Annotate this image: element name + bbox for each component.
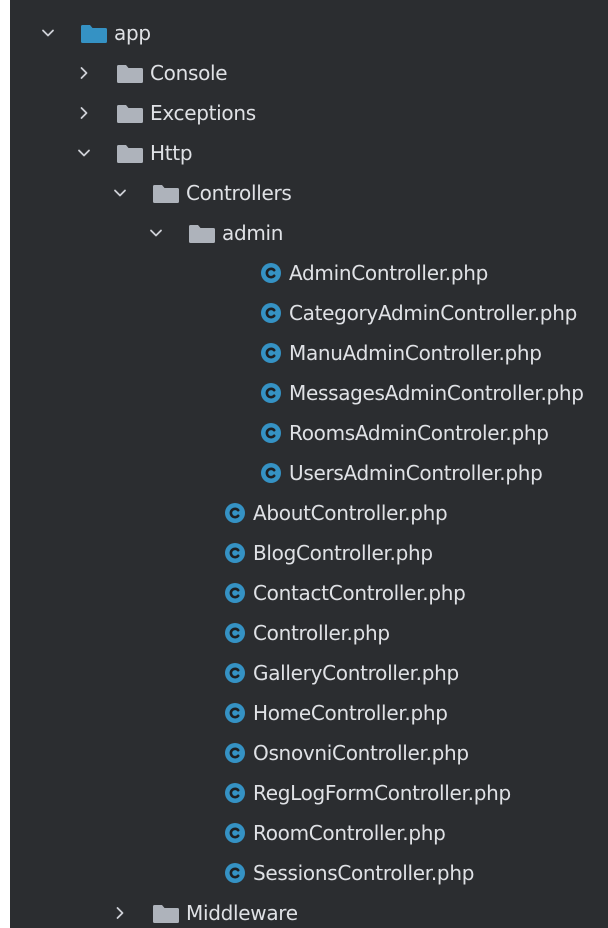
php-class-icon [225,543,245,563]
php-class-icon [261,423,281,443]
php-class-icon [225,503,245,523]
tree-node-middleware[interactable]: Middleware [10,893,608,928]
tree-node-label: RoomController.php [253,821,446,845]
tree-node-label: SessionsController.php [253,861,475,885]
tree-node-label: RegLogFormController.php [253,781,511,805]
tree-node-label: Controllers [186,181,292,205]
tree-node-label: AdminController.php [289,261,489,285]
tree-node-file[interactable]: RoomsAdminControler.php [10,413,608,453]
folder-icon [117,65,143,83]
php-class-icon [261,463,281,483]
tree-node-file[interactable]: HomeController.php [10,693,608,733]
php-class-icon [225,583,245,603]
php-class-icon [225,743,245,763]
tree-node-label: Controller.php [253,621,390,645]
php-class-icon [225,783,245,803]
tree-node-label: CategoryAdminController.php [289,301,577,325]
tree-node-label: MessagesAdminController.php [289,381,584,405]
project-tree: app Console Exceptions Http Controllers [10,13,608,928]
tree-node-label: BlogController.php [253,541,433,565]
tree-node-label: HomeController.php [253,701,448,725]
folder-icon [189,225,215,243]
tree-node-file[interactable]: AdminController.php [10,253,608,293]
php-class-icon [225,823,245,843]
folder-icon [153,185,179,203]
tree-node-label: app [114,21,151,45]
tree-node-console[interactable]: Console [10,53,608,93]
tree-node-label: Console [150,61,228,85]
folder-icon [117,145,143,163]
tree-node-file[interactable]: RegLogFormController.php [10,773,608,813]
tree-node-http[interactable]: Http [10,133,608,173]
php-class-icon [261,343,281,363]
chevron-down-icon[interactable] [110,173,130,213]
chevron-down-icon[interactable] [146,213,166,253]
tree-node-file[interactable]: Controller.php [10,613,608,653]
tree-node-app[interactable]: app [10,13,608,53]
tree-node-file[interactable]: CategoryAdminController.php [10,293,608,333]
php-class-icon [225,663,245,683]
tree-node-label: ManuAdminController.php [289,341,542,365]
php-class-icon [261,263,281,283]
php-class-icon [225,863,245,883]
tree-node-file[interactable]: MessagesAdminController.php [10,373,608,413]
folder-icon [117,105,143,123]
chevron-down-icon[interactable] [74,133,94,173]
tree-node-label: RoomsAdminControler.php [289,421,549,445]
project-tree-panel: app Console Exceptions Http Controllers [10,0,608,928]
tree-node-label: admin [222,221,284,245]
tree-node-file[interactable]: ContactController.php [10,573,608,613]
chevron-right-icon[interactable] [74,93,94,133]
chevron-right-icon[interactable] [74,53,94,93]
php-class-icon [261,303,281,323]
tree-node-file[interactable]: SessionsController.php [10,853,608,893]
tree-node-label: Http [150,141,193,165]
tree-node-file[interactable]: AboutController.php [10,493,608,533]
tree-node-file[interactable]: ManuAdminController.php [10,333,608,373]
folder-blue-icon [81,25,107,43]
tree-node-label: Middleware [186,901,298,925]
tree-node-label: Exceptions [150,101,256,125]
tree-node-label: ContactController.php [253,581,466,605]
tree-node-label: AboutController.php [253,501,448,525]
tree-node-file[interactable]: OsnovniController.php [10,733,608,773]
tree-node-label: OsnovniController.php [253,741,469,765]
chevron-right-icon[interactable] [110,893,130,928]
tree-node-controllers[interactable]: Controllers [10,173,608,213]
folder-icon [153,905,179,923]
php-class-icon [261,383,281,403]
tree-node-file[interactable]: RoomController.php [10,813,608,853]
php-class-icon [225,623,245,643]
tree-node-file[interactable]: BlogController.php [10,533,608,573]
chevron-down-icon[interactable] [38,13,58,53]
tree-node-admin[interactable]: admin [10,213,608,253]
php-class-icon [225,703,245,723]
tree-node-label: UsersAdminController.php [289,461,543,485]
tree-node-file[interactable]: UsersAdminController.php [10,453,608,493]
tree-node-label: GalleryController.php [253,661,459,685]
tree-node-exceptions[interactable]: Exceptions [10,93,608,133]
tree-node-file[interactable]: GalleryController.php [10,653,608,693]
